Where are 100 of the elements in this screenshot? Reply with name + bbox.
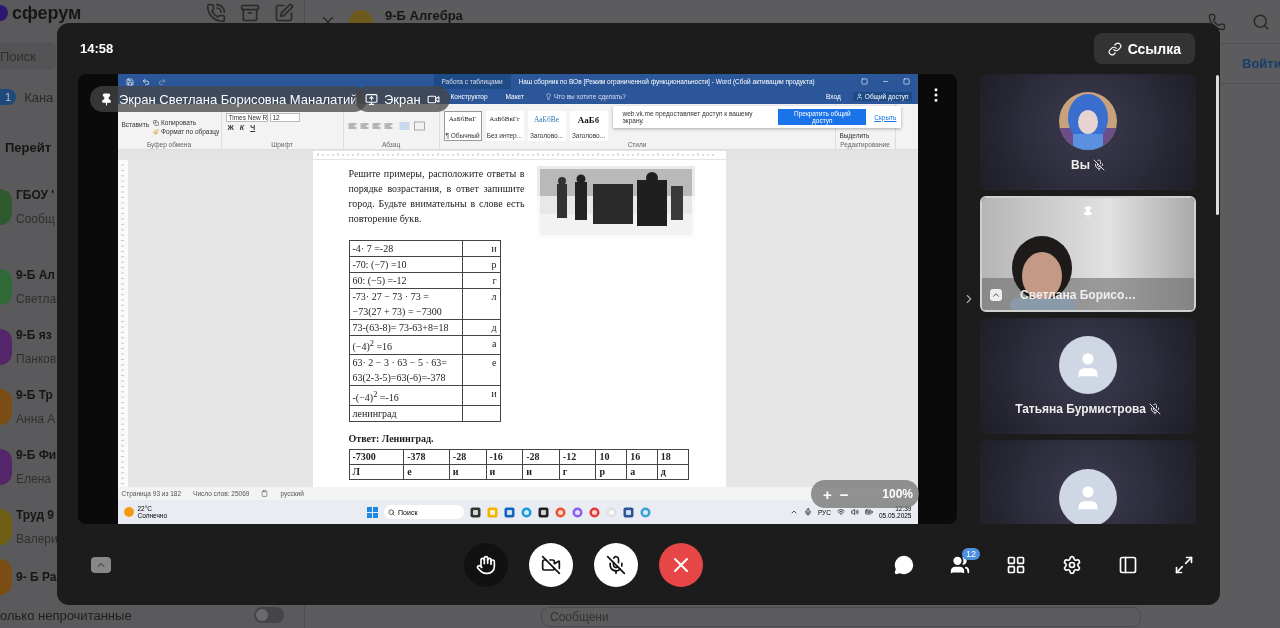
call-icon[interactable] [1208,12,1226,31]
volume-icon [850,508,859,516]
chat-title: 9-Б Алгебра [385,8,463,23]
table-cell: и [449,464,486,480]
chat-app-icon[interactable] [589,506,601,518]
presenter-name: Экран Светлана Борисовна Маналатий [119,91,358,107]
person-icon [855,93,863,100]
table-cell: ленинград [349,405,462,422]
mic-off-icon [606,554,626,575]
table-cell: г [559,464,596,480]
table-cell: -4· 7 =-28 [349,240,462,257]
video-app-icon[interactable] [538,506,550,518]
microphone-off-button[interactable] [594,542,638,587]
participant-tile[interactable] [980,440,1196,524]
participant-tile[interactable]: Вы [980,74,1196,190]
table-cell: -7300 [349,449,404,465]
store-icon[interactable] [504,506,516,518]
avatar-placeholder [1059,336,1117,394]
share-screen-button[interactable] [91,556,111,573]
expand-arrows-icon [1174,554,1194,575]
chat-title: Труд 9 [16,507,56,523]
compose-icon[interactable] [274,3,294,23]
participant-name: Светлана Борисо… [1020,288,1137,302]
table-cell: е [403,464,450,480]
undo-icon[interactable] [141,77,150,86]
chat-title: 9-Б Фи [16,447,57,463]
link-button[interactable]: Ссылка [1093,33,1195,64]
table-cell: -73· 27 − 73 · 73 = −73(27 + 73) = −7300 [349,288,462,320]
chat-title: 9- Б Ра [16,569,57,585]
table-cell: р [462,256,500,273]
redo-icon[interactable] [157,77,166,86]
table-cell: 16 [626,449,658,465]
table-cell: р [596,464,627,480]
table-cell: -(−4)$^{2}$ =-16 [349,385,462,406]
hand-icon [476,554,496,575]
table-cell: е [462,354,500,386]
app-icon[interactable] [572,506,584,518]
grid-icon [1006,554,1026,575]
maximize-icon[interactable] [902,78,910,85]
end-call-button[interactable] [659,542,703,587]
camera-off-button[interactable] [529,542,573,587]
table-cell: д [462,319,500,336]
minimize-icon[interactable] [881,78,889,85]
search-icon [388,508,396,516]
monitor-icon [365,92,378,106]
filter-label: олько непрочитанные [0,607,132,623]
search-icon[interactable] [1252,12,1270,31]
app-icon[interactable] [555,506,567,518]
document-app-icon[interactable] [623,506,635,518]
browser-icon[interactable] [521,506,533,518]
task-paragraph: Решите примеры, расположите ответы в порядке возрастания, в ответ запишите город. Будьте внимательны в слове есть повторение букв. [348,167,525,226]
table-cell: 18 [657,449,688,465]
table-cell: д [657,464,688,480]
table-cell: 60: (−5) =-12 [349,272,462,289]
table-cell: и [486,464,523,480]
table-cell: и [522,464,560,480]
count-badge: 1 [0,89,17,105]
lightbulb-icon [544,93,552,100]
pin-icon [100,92,113,106]
table-cell: а [462,335,500,355]
table-cell: и [462,385,500,406]
link-icon [1107,41,1122,56]
copy-icon [153,119,160,126]
table-cell: -378 [403,449,450,465]
battery-icon [864,508,873,516]
globe-icon[interactable] [640,506,652,518]
new-call-icon[interactable] [206,3,226,23]
table-cell: -70: (−7) =10 [349,256,462,273]
speech-bubble-icon [894,554,914,575]
participant-tile[interactable]: Татьяна Бурмистрова [980,318,1196,434]
unread-toggle[interactable] [254,607,284,623]
task-view-icon[interactable] [470,506,482,518]
table-cell: (−4)$^{2}$ =16 [349,335,462,355]
settings-icon [1062,554,1082,575]
logo-icon [0,5,8,21]
table-cell: Л [349,464,404,480]
table-cell: -12 [559,449,596,465]
table-cell: 73-(63-8)= 73-63+8=18 [349,319,462,336]
table-cell: г [462,272,500,289]
screen-button[interactable]: Экран [355,86,450,112]
tray-icon[interactable] [789,508,798,516]
save-icon[interactable] [125,77,134,86]
participant-name: Вы [1071,158,1090,172]
app-logo: сферум [12,2,82,24]
start-icon[interactable] [367,506,379,518]
panel-icon [1118,554,1138,575]
count-badge: 12 [962,547,980,560]
table-cell: -16 [486,449,523,465]
table-cell: а [626,464,658,480]
table-cell: -28 [522,449,560,465]
answer-text: Ответ: Ленинград. [348,431,435,446]
archive-icon[interactable] [240,3,260,23]
chat-title: 9-Б Ал [16,267,56,283]
table-cell: 10 [596,449,627,465]
raise-hand-button[interactable] [464,542,508,587]
section-title: Перейт [4,139,53,157]
table-cell: л [462,288,500,320]
wifi-icon [836,508,845,516]
participant-name: Татьяна Бурмистрова [1015,402,1146,416]
chat-title: 9-Б яз [16,327,53,343]
